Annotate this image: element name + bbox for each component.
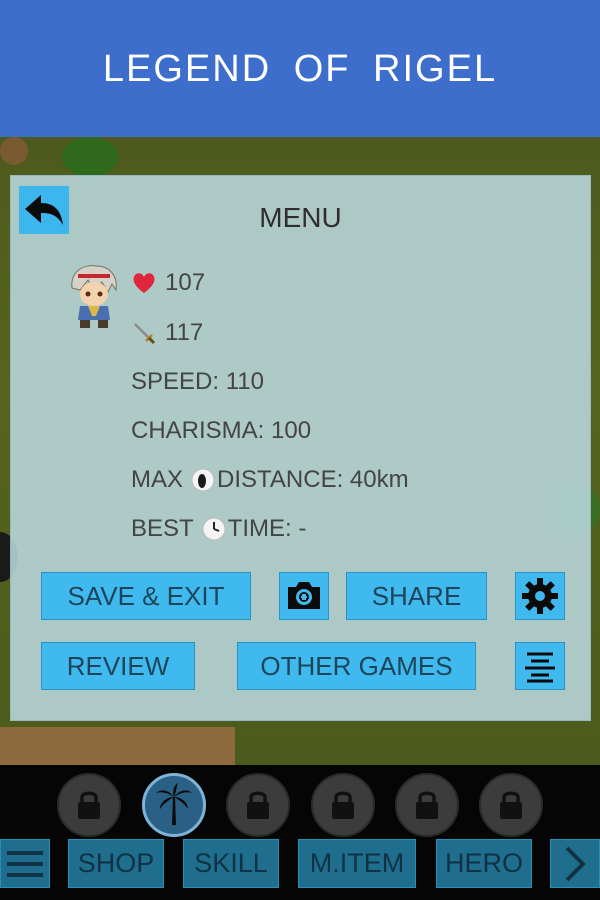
lock-icon	[78, 791, 100, 819]
lock-icon	[416, 791, 438, 819]
locked-slot-1[interactable]	[57, 773, 121, 837]
sword-icon	[131, 320, 157, 346]
locked-slot-3[interactable]	[311, 773, 375, 837]
options-list-button[interactable]	[515, 642, 565, 690]
review-button[interactable]: REVIEW	[41, 642, 195, 690]
hp-value: 107	[165, 269, 206, 296]
stat-hp: 107	[131, 269, 205, 297]
next-page-button[interactable]	[550, 839, 600, 888]
settings-button[interactable]	[515, 572, 565, 620]
menu-panel: MENU 107 117 SPEED: 110 CHARISMA: 100 MA…	[10, 175, 591, 721]
palm-slot[interactable]	[142, 773, 206, 837]
world-sign	[0, 137, 28, 165]
lock-icon	[332, 791, 354, 819]
locked-slot-4[interactable]	[395, 773, 459, 837]
attack-value: 117	[165, 319, 204, 346]
other-games-button[interactable]: OTHER GAMES	[237, 642, 476, 690]
shop-tab[interactable]: SHOP	[68, 839, 164, 888]
gear-icon	[522, 578, 558, 614]
best-time-suffix: TIME: -	[227, 515, 307, 542]
locked-slot-5[interactable]	[479, 773, 543, 837]
camera-icon	[288, 582, 320, 609]
game-title: LEGEND OF RIGEL	[102, 48, 498, 90]
stat-attack: 117	[131, 319, 203, 347]
menu-title: MENU	[259, 202, 342, 233]
footprint-icon	[191, 468, 215, 492]
heart-icon	[131, 271, 157, 295]
skill-tab[interactable]: SKILL	[183, 839, 279, 888]
locked-slot-2[interactable]	[226, 773, 290, 837]
list-settings-icon	[525, 652, 555, 683]
clock-icon	[202, 517, 226, 541]
chevron-right-icon	[565, 846, 586, 881]
max-distance-suffix: DISTANCE: 40km	[217, 466, 409, 493]
share-button[interactable]: SHARE	[346, 572, 487, 620]
max-distance-prefix: MAX	[131, 466, 184, 493]
lock-icon	[500, 791, 522, 819]
save-exit-button[interactable]: SAVE & EXIT	[41, 572, 251, 620]
palm-tree-icon	[156, 783, 192, 825]
stat-speed: SPEED: 110	[131, 368, 264, 395]
lock-icon	[247, 791, 269, 819]
m-item-tab[interactable]: M.ITEM	[298, 839, 416, 888]
stat-max-distance: MAX DISTANCE: 40km	[131, 466, 409, 494]
title-bar: LEGEND OF RIGEL	[0, 0, 600, 137]
dirt-path	[0, 727, 235, 765]
screenshot-button[interactable]	[279, 572, 329, 620]
stat-best-time: BEST TIME: -	[131, 515, 306, 543]
hero-tab[interactable]: HERO	[436, 839, 532, 888]
menu-toggle-button[interactable]	[0, 839, 50, 888]
hero-avatar	[66, 262, 122, 330]
world-tree	[62, 137, 118, 177]
stat-charisma: CHARISMA: 100	[131, 417, 312, 444]
best-time-prefix: BEST	[131, 515, 194, 542]
hamburger-icon	[7, 850, 43, 877]
